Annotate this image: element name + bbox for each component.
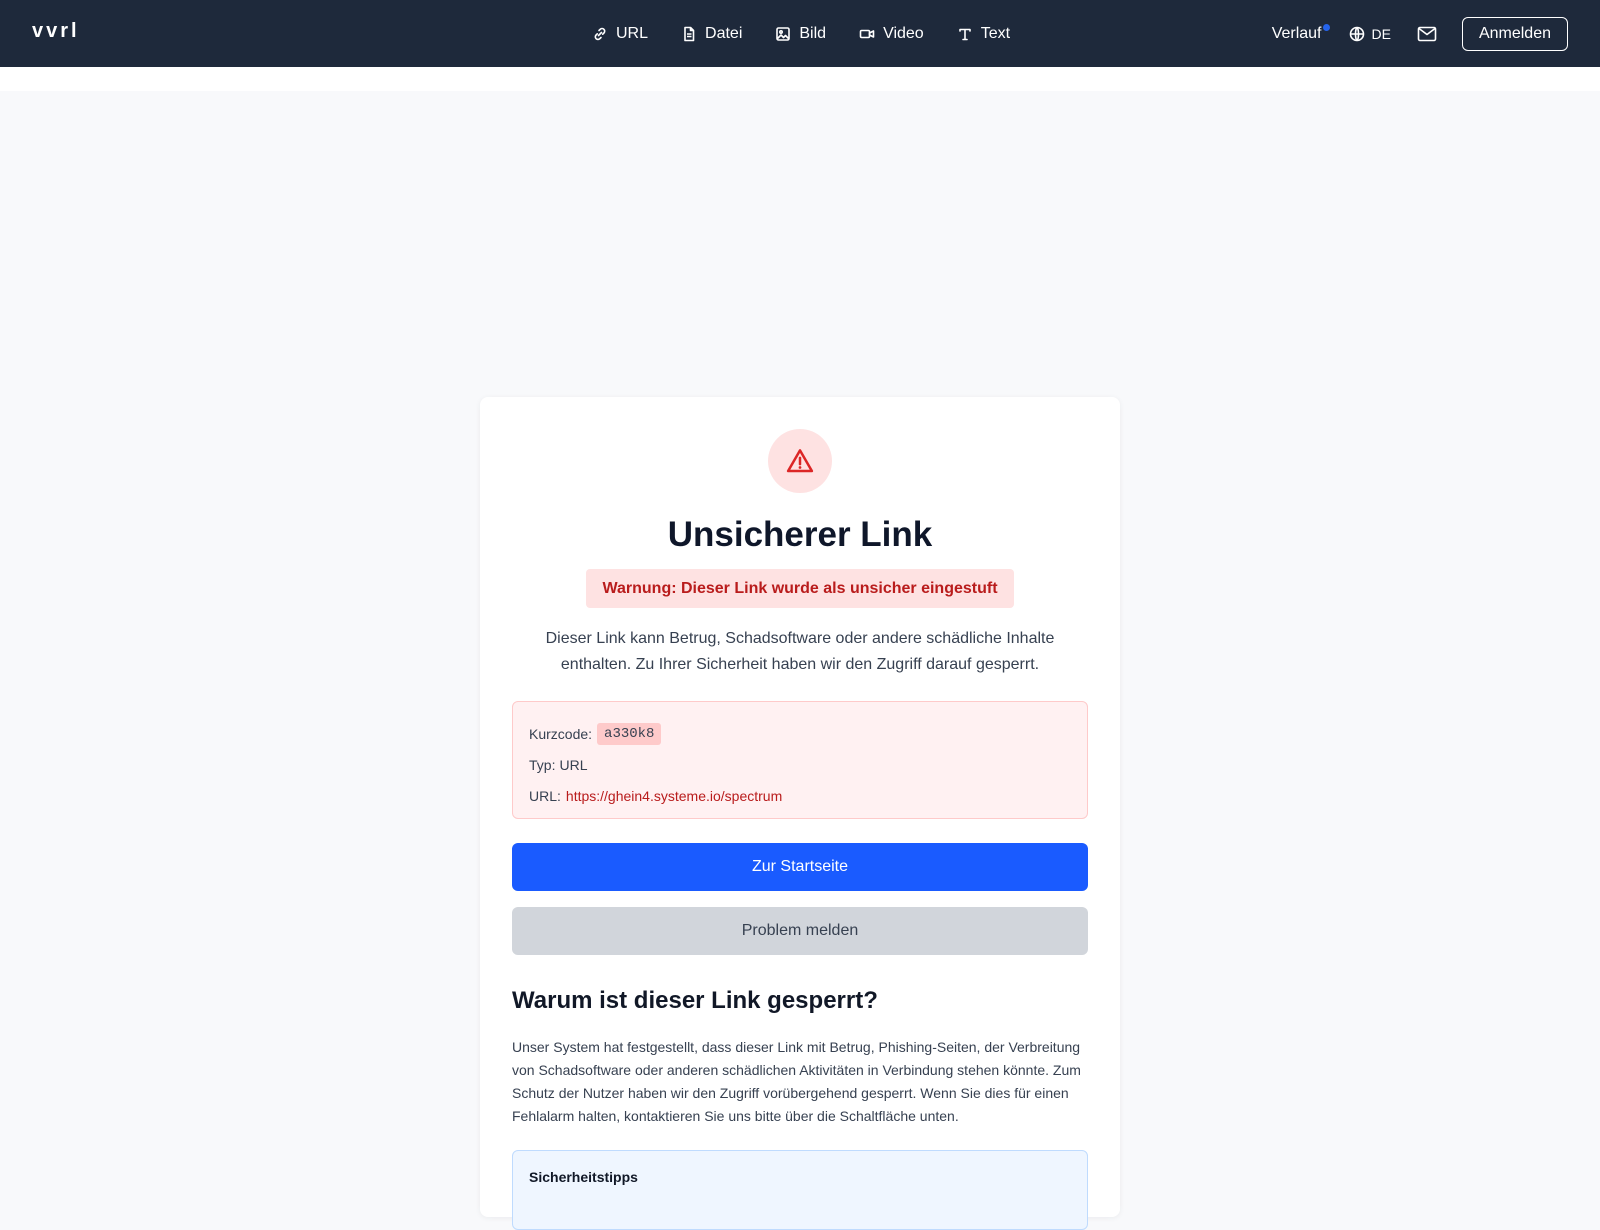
nav-video[interactable]: Video [859, 25, 924, 43]
language-selector[interactable]: DE [1349, 26, 1391, 42]
main-nav: URL Datei Bild Video Text [592, 0, 1043, 67]
unsafe-link-card: Unsicherer Link Warnung: Dieser Link wur… [480, 397, 1120, 1230]
image-icon [776, 26, 791, 41]
link-info-box: Kurzcode: a330k8 Typ: URL URL: https://g… [512, 701, 1088, 819]
link-icon [594, 27, 606, 40]
why-blocked-text: Unser System hat festgestellt, dass dies… [512, 1039, 1081, 1124]
login-button[interactable]: Anmelden [1461, 16, 1568, 51]
shortcode-value: a330k8 [597, 722, 662, 745]
type-value: URL [559, 756, 588, 773]
text-icon [958, 28, 971, 40]
shortcode-label: Kurzcode: [529, 725, 593, 742]
url-label: URL: [529, 787, 561, 804]
description-text: Dieser Link kann Betrug, Schadsoftware o… [545, 630, 1055, 673]
warning-badge-circle [768, 429, 832, 493]
type-label: Typ: [529, 756, 556, 773]
security-tips-heading: Sicherheitstipps [529, 1169, 638, 1185]
warning-message: Warnung: Dieser Link wurde als unsicher … [586, 569, 1014, 608]
contact-button[interactable] [1417, 26, 1437, 42]
top-navigation-bar: vvrl URL Datei Bild Video Text Verlauf D… [0, 0, 1600, 67]
nav-datei-label: Datei [705, 24, 743, 42]
file-icon [684, 26, 695, 41]
blocked-url-link[interactable]: https://ghein4.systeme.io/spectrum [566, 788, 782, 804]
nav-text-label: Text [980, 24, 1011, 42]
mail-icon [1417, 26, 1437, 41]
header-actions: Verlauf DE Anmelden [1272, 0, 1568, 67]
history-label: Verlauf [1271, 24, 1322, 42]
report-problem-button[interactable]: Problem melden [512, 907, 1088, 955]
logo[interactable]: vvrl [32, 20, 80, 43]
nav-bild[interactable]: Bild [775, 25, 826, 43]
nav-bild-label: Bild [799, 24, 827, 42]
history-link[interactable]: Verlauf [1271, 23, 1330, 43]
page-title: Unsicherer Link [667, 515, 933, 554]
url-row: URL: https://ghein4.systeme.io/spectrum [529, 780, 1071, 811]
why-blocked-heading: Warum ist dieser Link gesperrt? [512, 987, 878, 1014]
nav-video-label: Video [883, 24, 924, 42]
nav-url[interactable]: URL [592, 25, 648, 43]
security-tips-box: Sicherheitstipps [512, 1150, 1088, 1230]
nav-url-label: URL [616, 24, 649, 42]
nav-datei[interactable]: Datei [681, 25, 742, 43]
video-icon [859, 29, 875, 38]
globe-icon [1349, 26, 1364, 41]
warning-triangle-icon [786, 449, 814, 473]
shortcode-row: Kurzcode: a330k8 [529, 718, 1071, 749]
header-spacer [0, 67, 1600, 91]
language-label: DE [1371, 25, 1391, 42]
notification-dot [1322, 23, 1330, 31]
nav-text[interactable]: Text [957, 25, 1010, 43]
type-row: Typ: URL [529, 749, 1071, 780]
go-home-button[interactable]: Zur Startseite [512, 843, 1088, 891]
